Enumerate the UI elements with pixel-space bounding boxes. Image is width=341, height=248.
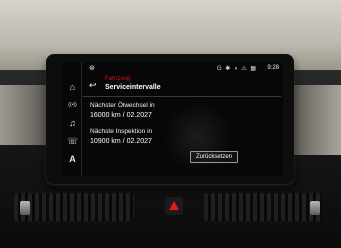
clock: 9:28 xyxy=(267,65,279,71)
page-header: ↩ Fahrzeug Serviceintervalle xyxy=(83,74,281,97)
dashboard-right-panel xyxy=(292,85,341,155)
hazard-button[interactable] xyxy=(165,197,183,215)
status-icons: G ✱ ◖ ⚠ ▦ xyxy=(216,66,257,72)
music-icon[interactable]: ♫ xyxy=(67,118,78,129)
oil-change-value: 16000 km / 02.2027 xyxy=(90,112,152,119)
air-vent-right xyxy=(204,193,322,221)
hazard-triangle-icon xyxy=(169,201,179,210)
car-icon: ⊛ xyxy=(89,65,95,72)
radio-icon[interactable]: ((•)) xyxy=(67,100,78,111)
infotainment-screen: ⌂ ((•)) ♫ ☏ A ⊛ G ✱ ◖ ⚠ ▦ 9:28 ↩ Fahrzeu… xyxy=(63,62,283,176)
air-vent-left xyxy=(14,193,134,221)
reset-button[interactable]: Zurücksetzen xyxy=(190,151,238,163)
oil-change-label: Nächster Ölwechsel in xyxy=(90,102,155,109)
inspection-value: 10900 km / 02.2027 xyxy=(90,138,152,145)
sidebar: ⌂ ((•)) ♫ ☏ A xyxy=(63,62,82,176)
status-bar: ⊛ G ✱ ◖ ⚠ ▦ 9:28 xyxy=(83,64,281,74)
dashboard-left-panel xyxy=(0,85,50,145)
home-icon[interactable]: ⌂ xyxy=(67,82,78,93)
back-arrow-icon[interactable]: ↩ xyxy=(89,80,101,90)
phone-icon[interactable]: ☏ xyxy=(67,136,78,147)
navigation-icon[interactable]: A xyxy=(67,154,78,165)
vent-knob-right[interactable] xyxy=(310,201,320,215)
breadcrumb: Fahrzeug xyxy=(105,76,131,82)
page-title: Serviceintervalle xyxy=(105,84,161,91)
inspection-label: Nächste Inspektion in xyxy=(90,128,153,135)
vent-knob-left[interactable] xyxy=(20,201,30,215)
